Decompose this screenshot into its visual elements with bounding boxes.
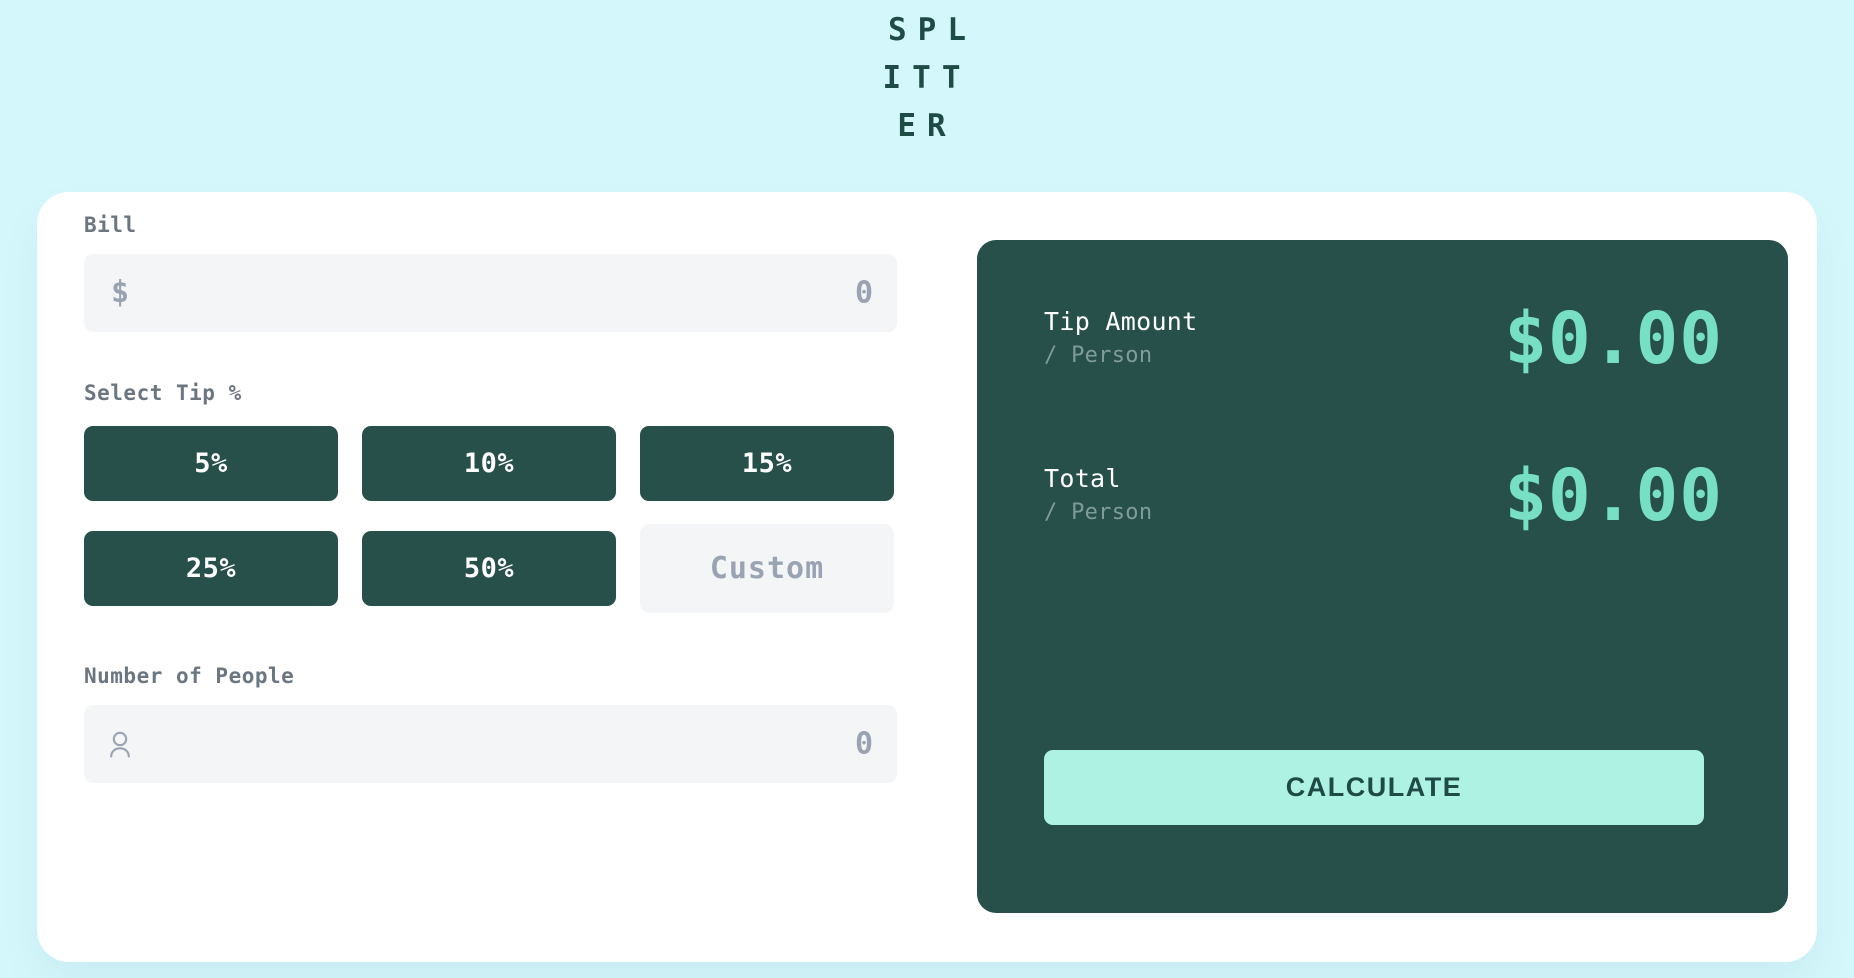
bill-label: Bill [84, 213, 137, 237]
total-value: $0.00 [1504, 453, 1723, 537]
total-row: Total / Person $0.00 [1044, 449, 1723, 541]
bill-input-value: 0 [854, 275, 873, 311]
people-input[interactable]: 0 [84, 705, 897, 783]
tip-amount-row: Tip Amount / Person $0.00 [1044, 292, 1723, 384]
page-title: SPLITTER [0, 0, 1854, 150]
total-labels: Total / Person [1044, 461, 1152, 529]
people-label: Number of People [84, 664, 295, 688]
inputs-column: Bill $ 0 Select Tip % 5% 10% 15% 25% 50%… [84, 212, 944, 783]
person-icon [107, 729, 133, 759]
results-panel: Tip Amount / Person $0.00 Total / Person… [977, 240, 1788, 913]
tip-amount-subtitle: / Person [1044, 343, 1153, 368]
tip-button-10[interactable]: 10% [362, 426, 616, 501]
tip-custom-input[interactable]: Custom [640, 524, 894, 613]
tip-options-grid: 5% 10% 15% 25% 50% Custom [84, 426, 944, 613]
app-title-text: SPLITTER [882, 12, 977, 144]
bill-section: Bill $ 0 [84, 212, 944, 332]
bill-input[interactable]: $ 0 [84, 254, 897, 332]
calculator-card: Bill $ 0 Select Tip % 5% 10% 15% 25% 50%… [37, 192, 1817, 962]
tip-label: Select Tip % [84, 381, 242, 405]
total-title: Total [1044, 464, 1121, 493]
people-section: Number of People 0 [84, 663, 944, 783]
tip-section: Select Tip % 5% 10% 15% 25% 50% Custom [84, 380, 944, 613]
people-input-value: 0 [854, 726, 873, 762]
tip-amount-labels: Tip Amount / Person [1044, 304, 1198, 372]
tip-button-5[interactable]: 5% [84, 426, 338, 501]
calculate-button[interactable]: CALCULATE [1044, 750, 1704, 825]
tip-button-50[interactable]: 50% [362, 531, 616, 606]
dollar-icon: $ [110, 275, 130, 310]
tip-button-25[interactable]: 25% [84, 531, 338, 606]
total-subtitle: / Person [1044, 500, 1153, 525]
tip-amount-value: $0.00 [1504, 296, 1723, 380]
tip-amount-title: Tip Amount [1044, 307, 1198, 336]
tip-button-15[interactable]: 15% [640, 426, 894, 501]
